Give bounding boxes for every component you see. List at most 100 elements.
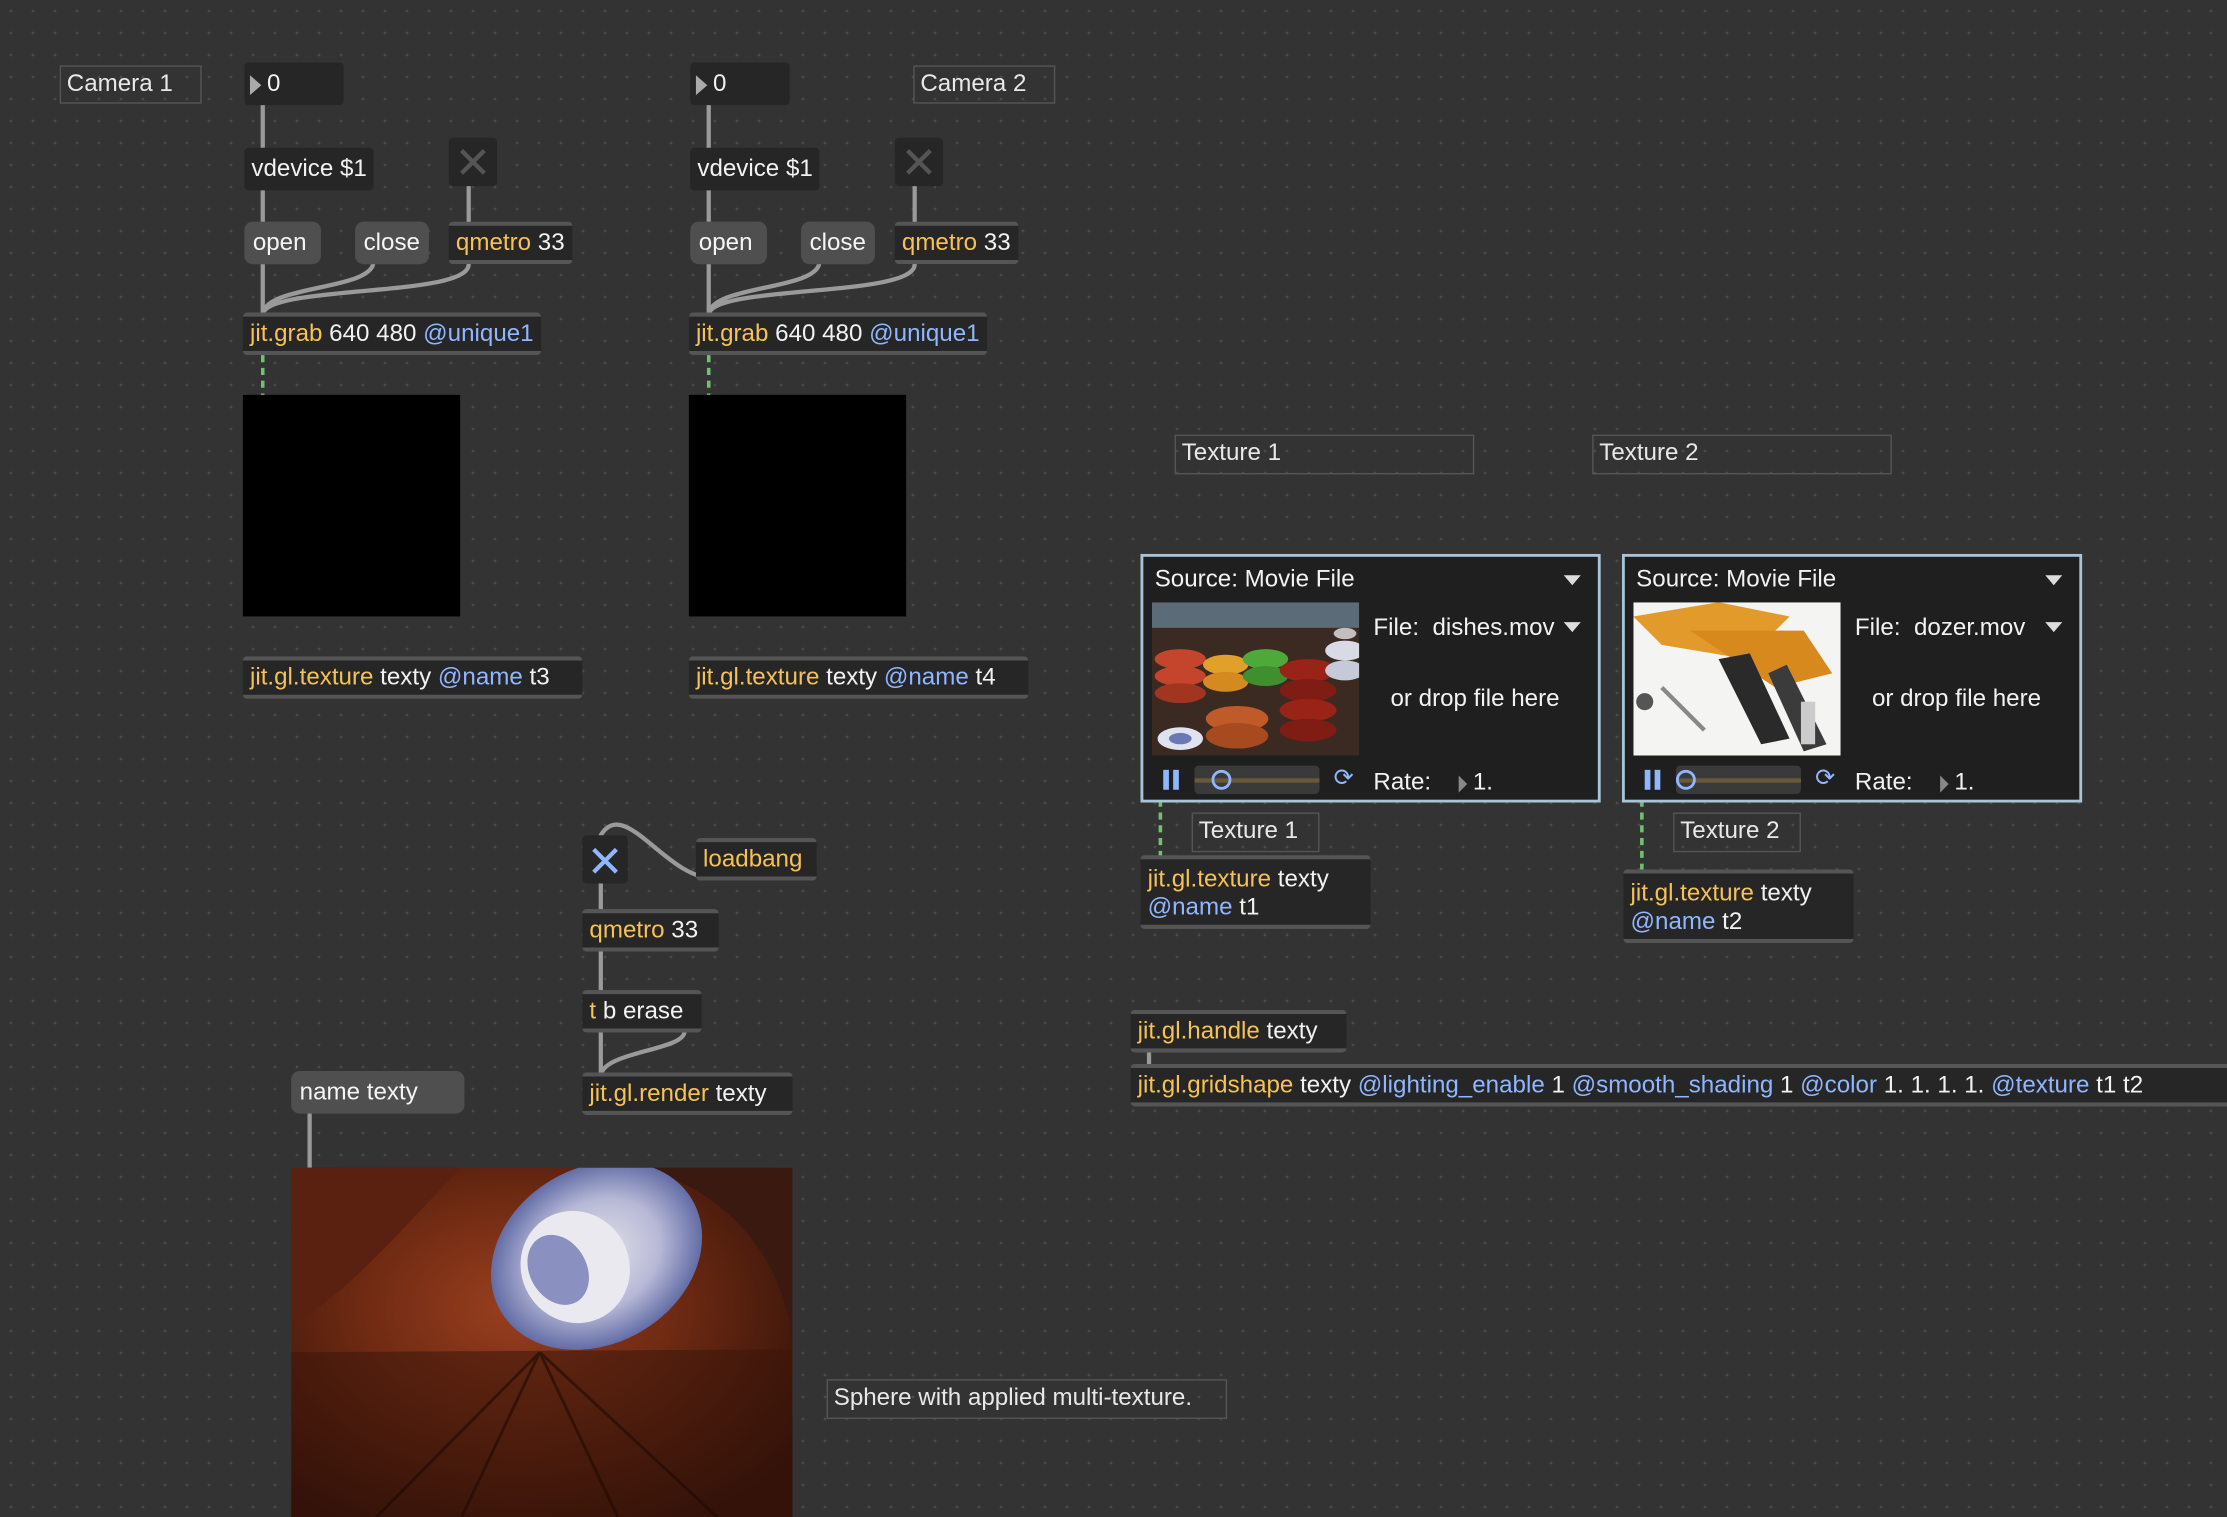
file-dropdown-icon[interactable]: [2045, 622, 2063, 633]
rate-label: Rate:: [1373, 768, 1432, 796]
jit-gl-gridshape-object[interactable]: jit.gl.gridshape texty @lighting_enable …: [1130, 1063, 2227, 1107]
position-slider[interactable]: [1194, 765, 1320, 795]
camera1-comment: Camera 1: [59, 65, 202, 104]
number-triangle-icon: [1458, 774, 1468, 792]
texture2-label: Texture 2: [1673, 812, 1801, 853]
vdevice-object-1[interactable]: vdevice $1: [244, 147, 374, 191]
qmetro-object-1[interactable]: qmetro 33: [448, 221, 572, 265]
file-label: File: dishes.mov: [1373, 614, 1554, 642]
object-class: jit.gl.texture: [1147, 865, 1272, 893]
open-message[interactable]: open: [244, 221, 321, 265]
object-val: t1: [1232, 893, 1260, 921]
object-args: b erase: [596, 997, 684, 1025]
rate-number: 1.: [1954, 768, 1975, 796]
object-class: qmetro: [455, 228, 532, 256]
close-message-2[interactable]: close: [801, 221, 875, 265]
movie-player-2[interactable]: Source: Movie File File: dozer.mov or dr…: [1621, 553, 2083, 803]
vdevice-object-2[interactable]: vdevice $1: [690, 147, 820, 191]
open-message-2[interactable]: open: [690, 221, 767, 265]
source-label: Source: Movie File: [1636, 565, 1837, 593]
source-dropdown-icon[interactable]: [1563, 575, 1581, 586]
jit-gl-handle-object[interactable]: jit.gl.handle texty: [1130, 1009, 1347, 1053]
object-class: loadbang: [703, 845, 803, 873]
x-icon: [460, 149, 486, 175]
qmetro-object-render[interactable]: qmetro 33: [582, 909, 719, 952]
object-args: texty: [708, 1079, 767, 1107]
jit-gl-texture-t4[interactable]: jit.gl.texture texty @name t4: [688, 656, 1029, 699]
object-attr: @name: [883, 663, 969, 691]
jit-gl-texture-t3[interactable]: jit.gl.texture texty @name t3: [242, 656, 583, 699]
loadbang-object[interactable]: loadbang: [695, 838, 817, 881]
object-arg: 33: [531, 228, 565, 256]
object-class: jit.gl.texture: [1630, 879, 1754, 907]
object-val: t2: [1715, 907, 1743, 935]
file-dropdown-icon[interactable]: [1563, 622, 1581, 633]
file-label: File: dozer.mov: [1855, 614, 2025, 642]
object-val: 1: [1773, 1070, 1801, 1098]
file-label-text: File:: [1854, 613, 1901, 641]
pause-icon[interactable]: [1163, 769, 1180, 790]
object-class: jit.gl.handle: [1137, 1017, 1260, 1044]
object-args: texty: [819, 663, 884, 691]
rate-number: 1.: [1472, 768, 1494, 796]
object-attr: @color: [1800, 1070, 1878, 1098]
file-name: dishes.mov: [1432, 613, 1555, 641]
sphere-caption: Sphere with applied multi-texture.: [826, 1379, 1228, 1419]
texture2-header: Texture 2: [1592, 434, 1892, 475]
texture1-label: Texture 1: [1191, 812, 1320, 853]
slider-knob[interactable]: [1211, 769, 1232, 790]
dishes-thumbnail: [1151, 602, 1360, 756]
object-val: 1. 1. 1. 1.: [1877, 1070, 1992, 1098]
source-label: Source: Movie File: [1154, 565, 1355, 593]
jit-grab-object-2[interactable]: jit.grab 640 480 @unique1: [688, 312, 988, 356]
rate-value[interactable]: 1.: [1940, 768, 1974, 796]
jit-gl-render-object[interactable]: jit.gl.render texty: [582, 1072, 793, 1116]
object-class: jit.gl.gridshape: [1137, 1070, 1294, 1098]
slider-knob[interactable]: [1675, 769, 1696, 790]
number-triangle-icon: [695, 74, 708, 95]
camera1-preview-window: [242, 394, 461, 617]
object-class: jit.grab: [249, 319, 323, 347]
jit-gl-texture-t1[interactable]: jit.gl.texture texty @name t1: [1140, 855, 1371, 929]
object-args: texty: [1293, 1070, 1358, 1098]
x-icon: [592, 847, 618, 874]
number-value: 0: [712, 69, 727, 97]
rate-value[interactable]: 1.: [1458, 768, 1494, 796]
render-window: [291, 1167, 793, 1517]
jit-gl-texture-t2[interactable]: jit.gl.texture texty @name t2: [1623, 869, 1854, 944]
render-toggle[interactable]: [582, 835, 628, 884]
loop-icon[interactable]: ⟳: [1334, 764, 1354, 792]
movie-player-1[interactable]: Source: Movie File File: dishes.mov or d…: [1140, 553, 1601, 803]
object-attr: @unique1: [869, 319, 980, 347]
source-dropdown-icon[interactable]: [2045, 575, 2063, 586]
object-args: texty: [1753, 879, 1812, 907]
position-slider[interactable]: [1675, 765, 1801, 795]
camera1-toggle[interactable]: [448, 137, 498, 187]
object-val: t4: [968, 663, 996, 691]
loop-icon[interactable]: ⟳: [1815, 764, 1835, 792]
object-args: 640 480: [322, 319, 424, 347]
object-arg: 33: [977, 228, 1011, 256]
device-number-box-1[interactable]: 0: [244, 62, 344, 106]
jit-grab-object-1[interactable]: jit.grab 640 480 @unique1: [242, 312, 542, 356]
qmetro-object-2[interactable]: qmetro 33: [894, 221, 1018, 265]
object-args: texty: [1271, 865, 1329, 893]
texture1-header: Texture 1: [1174, 434, 1475, 475]
name-texty-message[interactable]: name texty: [291, 1070, 465, 1114]
object-attr: @texture: [1991, 1070, 2090, 1098]
rate-label: Rate:: [1854, 768, 1913, 796]
camera2-toggle[interactable]: [894, 137, 944, 187]
number-triangle-icon: [1940, 774, 1949, 792]
object-class: t: [589, 997, 597, 1025]
device-number-box-2[interactable]: 0: [690, 62, 790, 106]
camera2-comment: Camera 2: [913, 65, 1056, 104]
object-class: jit.gl.texture: [249, 663, 374, 691]
close-message[interactable]: close: [355, 221, 429, 265]
object-args: texty: [1259, 1017, 1318, 1044]
number-triangle-icon: [249, 74, 262, 95]
pause-icon[interactable]: [1644, 769, 1662, 790]
object-val: 1: [1544, 1070, 1572, 1098]
trigger-object[interactable]: t b erase: [582, 990, 702, 1033]
object-val: t1 t2: [2089, 1070, 2144, 1098]
object-class: jit.gl.render: [589, 1079, 709, 1107]
